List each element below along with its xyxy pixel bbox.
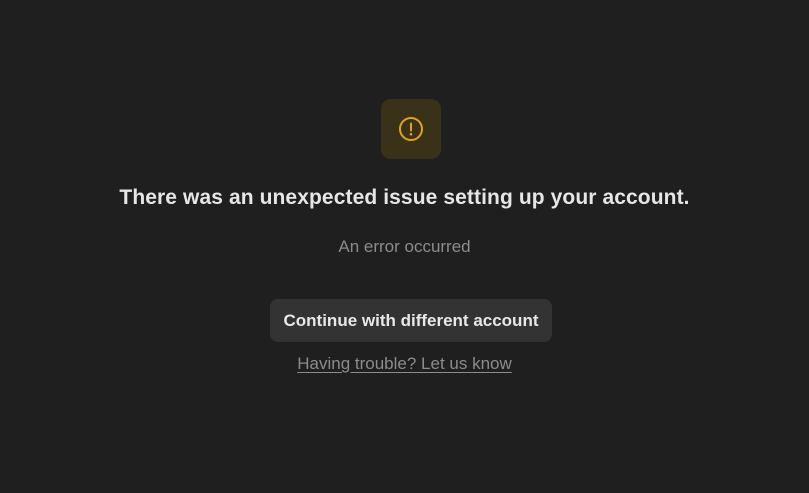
error-headline: There was an unexpected issue setting up… [119,186,690,209]
error-subtext: An error occurred [338,237,471,256]
help-link[interactable]: Having trouble? Let us know [0,354,809,374]
exclamation-circle-icon [398,116,424,142]
error-page: There was an unexpected issue setting up… [0,0,809,493]
error-icon-container [381,99,441,159]
continue-different-account-button[interactable]: Continue with different account [270,299,552,342]
